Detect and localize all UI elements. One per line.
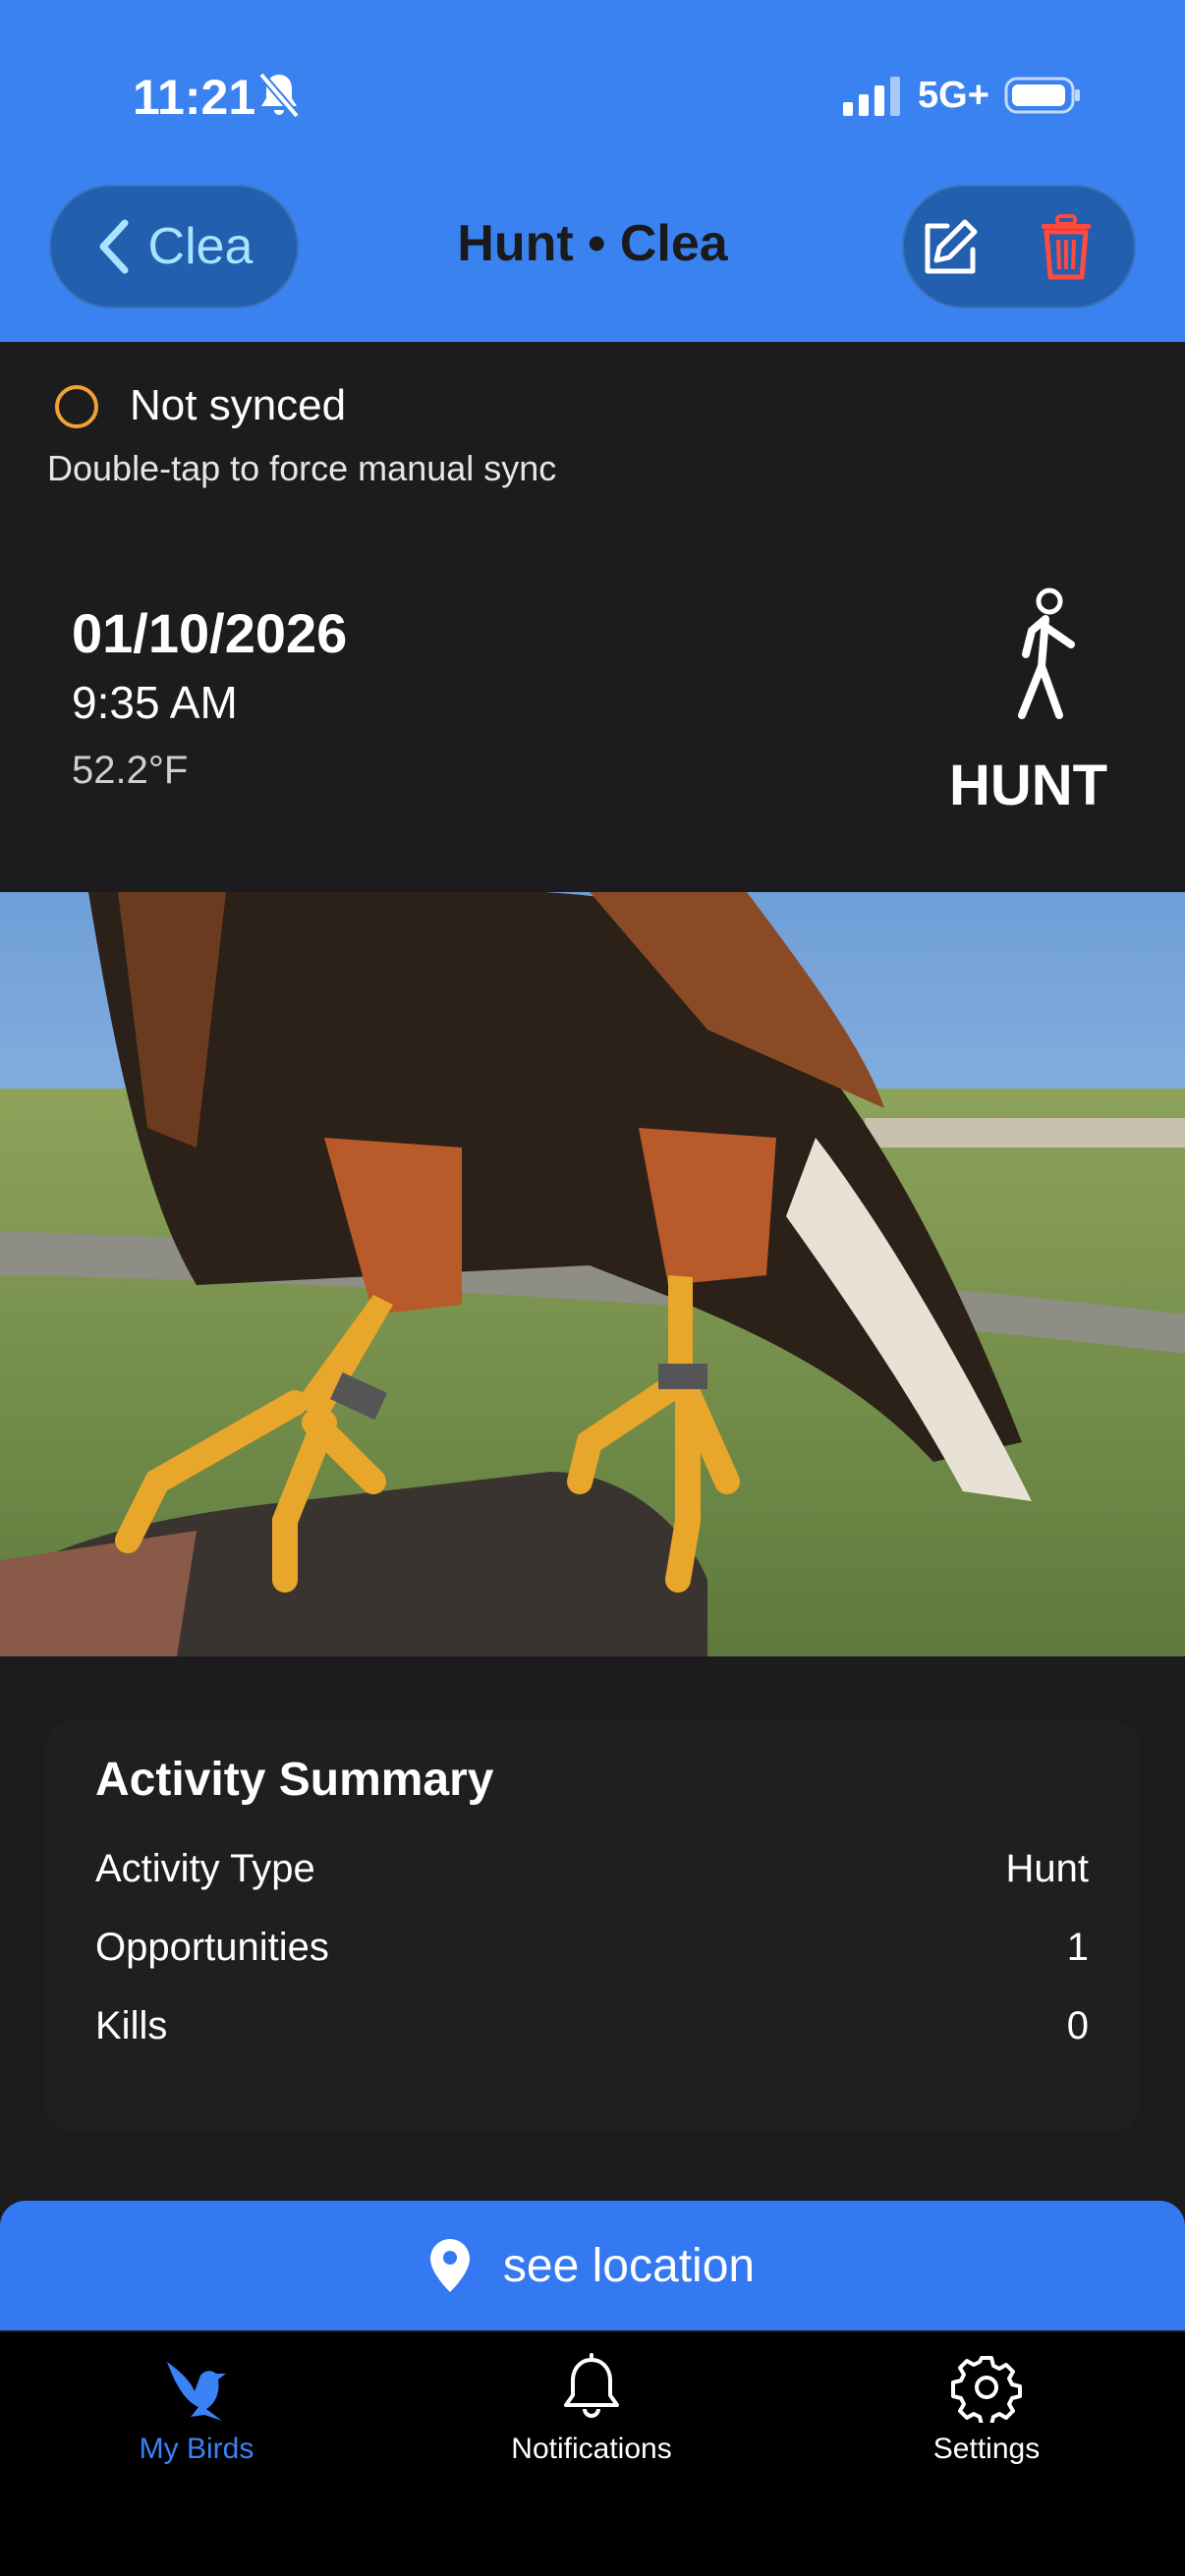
tab-my-birds[interactable]: My Birds (49, 2352, 344, 2466)
bell-off-icon (257, 72, 301, 119)
summary-row-value: 0 (1066, 2004, 1089, 2047)
tab-settings[interactable]: Settings (839, 2352, 1134, 2466)
signal-icon (843, 77, 900, 116)
trash-icon[interactable] (1040, 214, 1093, 281)
summary-title: Activity Summary (95, 1754, 494, 1806)
summary-row-label: Kills (95, 2004, 168, 2047)
summary-row-label: Opportunities (95, 1926, 329, 1969)
bell-icon (564, 2353, 619, 2418)
tab-label: Notifications (511, 2433, 672, 2465)
battery-icon (1004, 77, 1080, 114)
activity-badge: HUNT (949, 754, 1108, 817)
sync-status[interactable]: Not synced (130, 381, 346, 430)
status-time: 11:21 (133, 70, 256, 125)
bird-photo (0, 892, 1185, 1656)
see-location-label: see location (502, 2239, 756, 2292)
summary-row-value: Hunt (1005, 1847, 1090, 1890)
summary-row-value: 1 (1066, 1926, 1089, 1969)
entry-time: 9:35 AM (72, 677, 238, 728)
network-type: 5G+ (918, 75, 989, 116)
entry-date: 01/10/2026 (72, 602, 348, 664)
tab-label: Settings (932, 2433, 1041, 2465)
tab-label: My Birds (139, 2433, 254, 2465)
walking-person-icon (1018, 588, 1075, 719)
see-location-button[interactable]: see location (0, 2201, 1185, 2330)
summary-row-label: Activity Type (95, 1847, 315, 1890)
bird-icon (167, 2362, 226, 2421)
edit-icon[interactable] (918, 216, 981, 279)
tab-notifications[interactable]: Notifications (444, 2352, 739, 2466)
sync-status-icon (55, 385, 98, 428)
sync-hint: Double-tap to force manual sync (47, 448, 557, 488)
location-pin-icon (429, 2239, 470, 2292)
entry-temperature: 52.2°F (72, 749, 189, 792)
gear-icon (951, 2356, 1022, 2423)
